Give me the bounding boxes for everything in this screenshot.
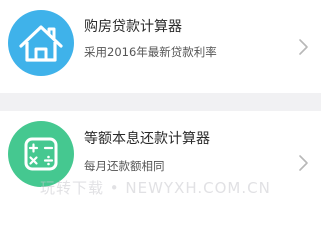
house-icon-circle [8, 10, 74, 76]
chevron-right-icon [299, 39, 308, 55]
watermark: 玩转下载 • NEWYXH.COM.CN [40, 179, 271, 197]
item-title: 购房贷款计算器 [84, 19, 182, 35]
house-icon [19, 25, 63, 62]
list-item-house-loan-calculator[interactable]: 购房贷款计算器 采用2016年最新贷款利率 [0, 0, 321, 93]
item-title: 等额本息还款计算器 [84, 131, 210, 147]
item-subtitle: 每月还款额相同 [84, 159, 165, 173]
section-divider [0, 93, 321, 111]
chevron-right-icon [299, 155, 308, 171]
item-subtitle: 采用2016年最新贷款利率 [84, 45, 217, 59]
calculator-list: 购房贷款计算器 采用2016年最新贷款利率 等额本息还款计算器 每月还款额相同 … [0, 0, 321, 206]
